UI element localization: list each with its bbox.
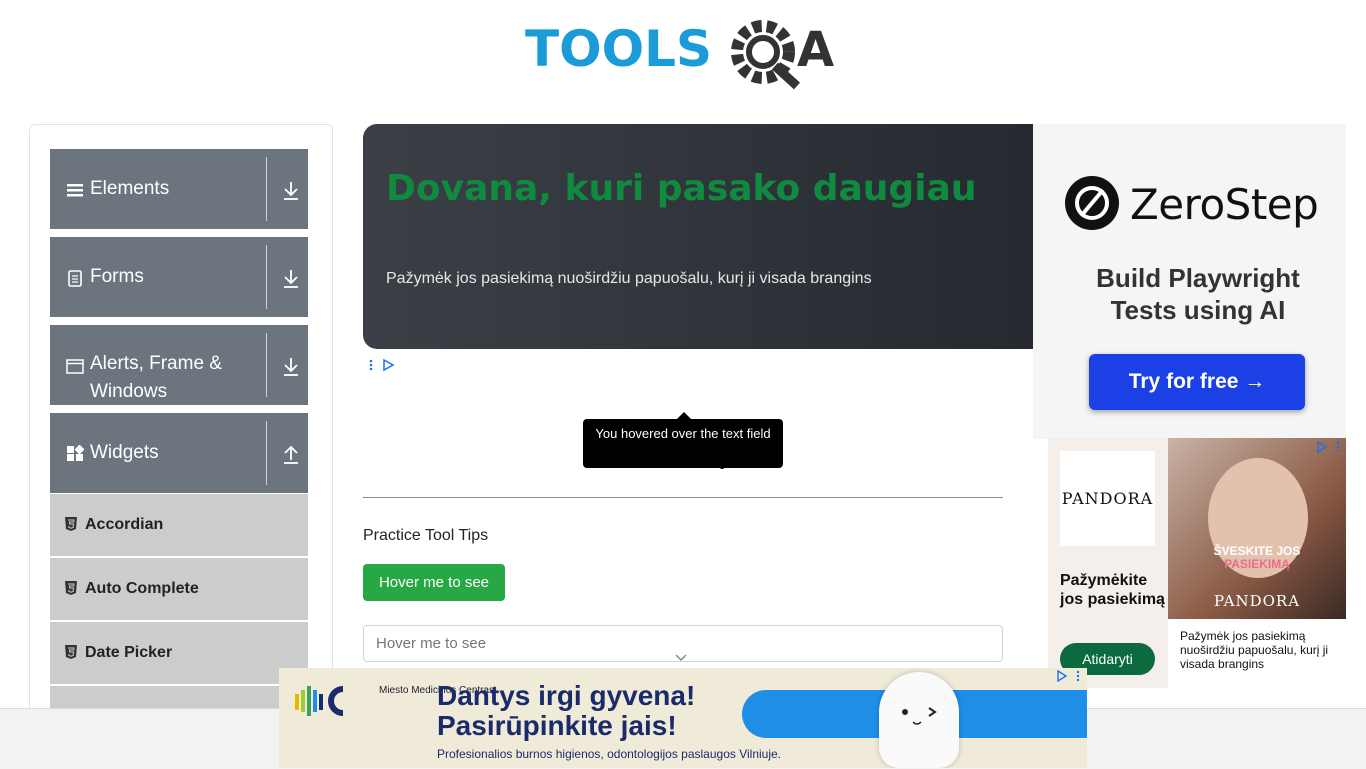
adchoices-icon[interactable] — [1056, 670, 1084, 682]
sidebar-item-next[interactable] — [50, 686, 308, 708]
download-arrow-icon[interactable] — [282, 267, 300, 289]
ad-headline-1: Dantys irgi gyvena! — [437, 680, 696, 711]
try-for-free-button[interactable]: Try for free → — [1089, 354, 1305, 410]
practice-label: Practice Tool Tips — [363, 527, 489, 544]
pandora-logo: PANDORA — [1060, 451, 1155, 546]
pandora-ad[interactable]: PANDORA Pažymėkite jos pasiekimą Atidary… — [1048, 438, 1346, 688]
ad-photo-caption-line2: PASIEKIMĄ — [1224, 557, 1290, 571]
logo-text-a: A — [797, 22, 834, 78]
sidebar-item-accordian[interactable]: Accordian — [50, 494, 308, 558]
adchoices-icon[interactable] — [367, 358, 397, 372]
gear-icon — [731, 20, 801, 90]
tooth-icon — [879, 672, 959, 768]
ad-title: Dovana, kuri pasako daugiau — [386, 168, 977, 209]
sidebar-item-label: Auto Complete — [85, 580, 199, 597]
sidebar-item-date-picker[interactable]: Date Picker — [50, 622, 308, 686]
sidebar-group-forms[interactable]: Forms — [50, 237, 308, 317]
logo-text-tools: TOOLS — [525, 20, 712, 78]
hamburger-icon — [67, 184, 83, 197]
document-icon — [68, 270, 82, 287]
ad-subtext: Profesionalios burnos higienos, odontolo… — [437, 747, 782, 761]
divider — [363, 497, 1003, 498]
html5-icon — [65, 645, 77, 659]
divider — [266, 157, 267, 221]
zerostep-logo-icon — [1065, 176, 1119, 230]
sidebar-group-label: Forms — [90, 266, 144, 287]
divider — [266, 421, 267, 485]
chevron-down-icon[interactable] — [674, 653, 688, 663]
ad-headline: Pažymėkite jos pasiekimą — [1060, 572, 1165, 608]
hover-button[interactable]: Hover me to see — [363, 564, 505, 601]
ad-photo-caption: ŠVESKITE JOS PASIEKIMĄ — [1168, 545, 1346, 571]
tooltip-arrow — [677, 412, 691, 419]
ad-headline-2: Pasirūpinkite jais! — [437, 710, 677, 741]
adchoices-icon[interactable] — [1316, 441, 1342, 453]
ad-body: Pažymėk jos pasiekimą nuoširdžiu papuoša… — [1168, 619, 1346, 688]
top-banner-ad[interactable]: Dovana, kuri pasako daugiau Pažymėk jos … — [363, 124, 1033, 349]
ad-photo-brand: PANDORA — [1213, 592, 1301, 610]
mmc-logo-icon — [295, 686, 344, 716]
divider — [266, 245, 267, 309]
sidebar-item-label: Accordian — [85, 516, 164, 533]
bottom-banner-ad[interactable]: Miesto Medicinos Centras Dantys irgi gyv… — [279, 668, 1087, 768]
ad-text: Pažymėk jos pasiekimą nuoširdžiu papuoša… — [386, 270, 872, 287]
sidebar-group-widgets[interactable]: Widgets — [50, 413, 308, 493]
html5-icon — [65, 581, 77, 595]
upload-arrow-icon[interactable] — [282, 443, 300, 465]
sidebar-group-alerts[interactable]: Alerts, Frame & Windows — [50, 325, 308, 405]
divider — [266, 333, 267, 397]
download-arrow-icon[interactable] — [282, 179, 300, 201]
ad-brand: ZeroStep — [1130, 180, 1319, 229]
widgets-icon — [67, 445, 84, 461]
ad-photo-caption-line1: ŠVESKITE JOS — [1213, 544, 1301, 558]
sidebar-group-label: Elements — [90, 178, 170, 199]
sidebar-group-label: Alerts, Frame & Windows — [90, 353, 222, 402]
sidebar-group-label: Widgets — [90, 442, 159, 463]
sidebar-item-label: Date Picker — [85, 644, 173, 661]
ad-tagline: Build Playwright Tests using AI — [1096, 263, 1300, 325]
sidebar-group-elements[interactable]: Elements — [50, 149, 308, 229]
ad-photo: ŠVESKITE JOS PASIEKIMĄ PANDORA — [1168, 438, 1346, 619]
download-arrow-icon[interactable] — [282, 355, 300, 377]
tooltip: You hovered over the text field — [583, 419, 783, 468]
toolsqa-logo[interactable]: TOOLS A — [525, 14, 850, 92]
html5-icon — [65, 517, 77, 531]
zerostep-ad[interactable]: ZeroStep Build Playwright Tests using AI… — [1033, 124, 1346, 439]
sidebar-item-auto-complete[interactable]: Auto Complete — [50, 558, 308, 622]
window-icon — [66, 359, 84, 374]
